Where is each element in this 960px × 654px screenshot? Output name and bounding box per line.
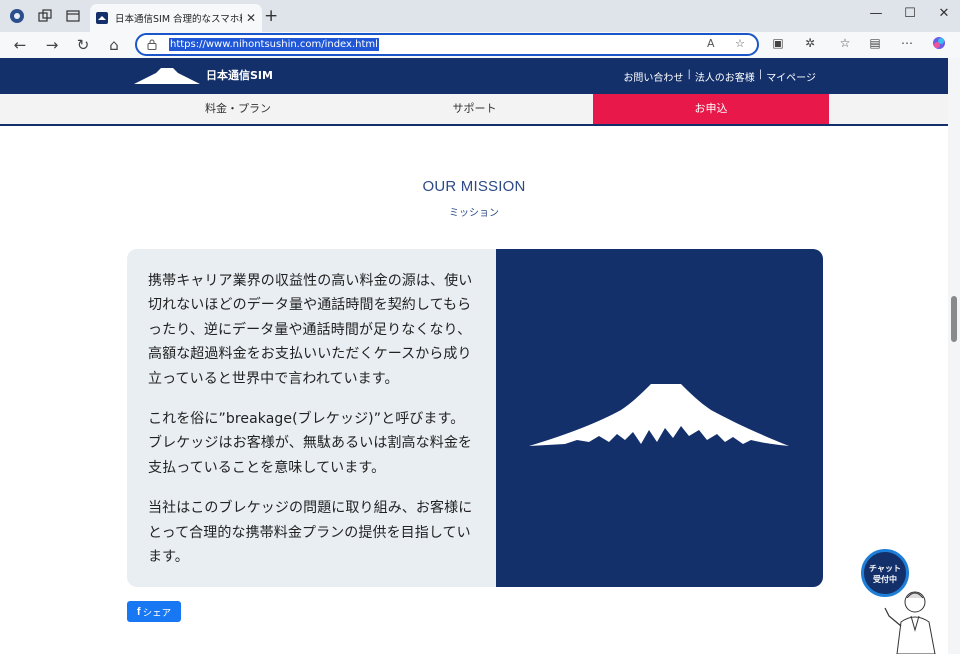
mission-paragraph: 当社はこのブレケッジの問題に取り組み、お客様にとって合理的な携帯料金プランの提供… <box>148 500 473 566</box>
global-nav: 料金・プラン サポート お申込 <box>0 94 948 126</box>
mission-subtitle: ミッション <box>449 208 499 219</box>
new-tab-icon[interactable]: + <box>264 6 278 26</box>
chat-label-line2: 受付中 <box>873 575 897 584</box>
page-scrollbar[interactable] <box>948 58 960 654</box>
close-tab-icon[interactable]: ✕ <box>246 11 256 25</box>
tab-title: 日本通信SIM 合理的なスマホ料金 <box>115 14 242 25</box>
active-tab[interactable]: 日本通信SIM 合理的なスマホ料金 ✕ <box>90 4 262 32</box>
mypage-link[interactable]: マイページ <box>766 69 816 84</box>
scrollbar-thumb[interactable] <box>951 296 957 342</box>
workspaces-icon[interactable] <box>34 6 56 26</box>
split-screen-icon[interactable]: ▣ <box>769 36 787 50</box>
mission-paragraph: 携帯キャリア業界の収益性の高い料金の源は、使い切れないほどのデータ量や通話時間を… <box>148 273 473 387</box>
refresh-icon[interactable]: ↻ <box>73 35 93 55</box>
brand-name: 日本通信SIM <box>206 69 273 82</box>
contact-link[interactable]: お問い合わせ <box>623 69 683 84</box>
site-logo[interactable]: 日本通信SIM <box>134 66 273 84</box>
mission-image-panel <box>496 249 823 587</box>
home-icon[interactable]: ⌂ <box>104 35 124 55</box>
minimize-icon[interactable]: — <box>866 6 886 21</box>
link-separator: | <box>687 69 691 80</box>
address-bar[interactable]: https://www.nihontsushin.com/index.html … <box>135 33 759 56</box>
browser-toolbar: ← → ↻ ⌂ https://www.nihontsushin.com/ind… <box>0 32 960 58</box>
read-aloud-icon[interactable]: A <box>707 37 715 50</box>
favorite-star-icon[interactable]: ☆ <box>735 37 745 50</box>
favorites-icon[interactable]: ☆ <box>836 36 854 50</box>
header-links: お問い合わせ | 法人のお客様 | マイページ <box>623 69 816 84</box>
browser-window: 日本通信SIM 合理的なスマホ料金 ✕ + — ☐ ✕ ← → ↻ ⌂ http… <box>0 0 960 654</box>
url-text[interactable]: https://www.nihontsushin.com/index.html <box>169 38 379 51</box>
share-label: シェア <box>142 607 172 619</box>
lock-icon[interactable] <box>147 39 157 50</box>
maximize-icon[interactable]: ☐ <box>900 6 920 21</box>
forward-icon[interactable]: → <box>42 35 62 55</box>
site-favicon-icon <box>96 12 108 24</box>
mission-title: OUR MISSION <box>422 178 526 195</box>
browser-logo-icon[interactable] <box>6 6 28 26</box>
more-icon[interactable]: ⋯ <box>898 36 916 50</box>
link-separator: | <box>758 69 763 80</box>
tab-strip: 日本通信SIM 合理的なスマホ料金 ✕ + — ☐ ✕ <box>0 0 960 32</box>
window-close-icon[interactable]: ✕ <box>934 6 954 21</box>
site-header: 日本通信SIM お問い合わせ | 法人のお客様 | マイページ <box>0 58 948 94</box>
page-viewport: 日本通信SIM お問い合わせ | 法人のお客様 | マイページ 料金・プラン サ… <box>0 58 948 654</box>
fuji-logo-icon <box>134 68 200 84</box>
mount-fuji-image <box>529 384 789 446</box>
mission-text-panel: 携帯キャリア業界の収益性の高い料金の源は、使い切れないほどのデータ量や通話時間を… <box>127 249 496 587</box>
nav-pricing-plans[interactable]: 料金・プラン <box>120 94 356 124</box>
tab-actions-icon[interactable] <box>62 6 84 26</box>
corporate-link[interactable]: 法人のお客様 <box>695 69 755 84</box>
chat-operator-illustration <box>884 591 936 654</box>
copilot-icon[interactable] <box>930 36 948 53</box>
back-icon[interactable]: ← <box>10 35 30 55</box>
nav-support[interactable]: サポート <box>356 94 593 124</box>
nav-apply-button[interactable]: お申込 <box>593 94 829 124</box>
chat-label-line1: チャット <box>869 564 901 573</box>
collections-icon[interactable]: ▤ <box>866 36 884 50</box>
chat-widget[interactable]: チャット 受付中 <box>855 546 945 654</box>
mission-paragraph: これを俗に”breakage(ブレケッジ)”と呼びます。ブレケッジはお客様が、無… <box>148 411 473 476</box>
mission-card: 携帯キャリア業界の収益性の高い料金の源は、使い切れないほどのデータ量や通話時間を… <box>127 249 823 587</box>
extensions-icon[interactable]: ✲ <box>801 36 819 50</box>
facebook-share-button[interactable]: f シェア <box>127 601 181 622</box>
facebook-icon: f <box>136 605 141 618</box>
